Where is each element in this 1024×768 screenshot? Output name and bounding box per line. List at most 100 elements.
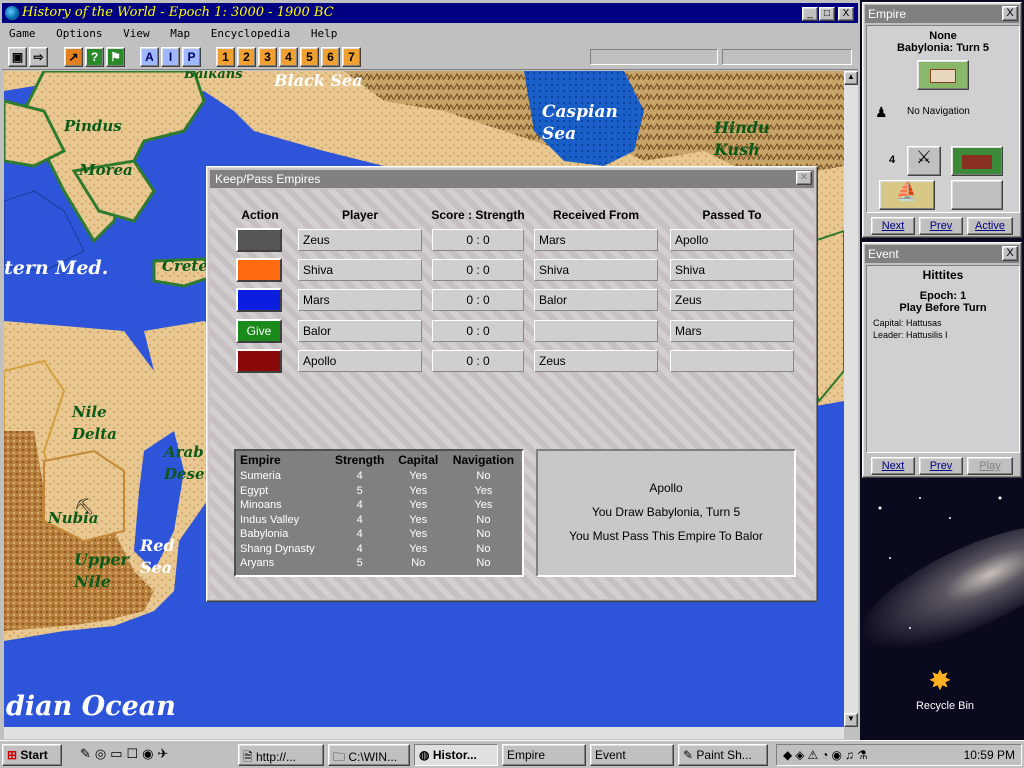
epoch-button-6[interactable]: 6 xyxy=(321,47,340,67)
flag-icon[interactable]: ⚑ xyxy=(106,47,125,67)
empire-cell: Sumeria xyxy=(240,470,281,483)
action-button[interactable]: Give xyxy=(236,319,282,343)
task-explorer[interactable]: 🗀 C:\WIN... xyxy=(328,744,410,766)
close-button[interactable]: X xyxy=(838,7,854,21)
empty-slot xyxy=(951,180,1003,210)
label-morea: Morea xyxy=(79,161,133,179)
crossed-swords-icon[interactable]: ⚔ xyxy=(907,146,941,176)
recycle-bin-icon[interactable]: ✸ xyxy=(918,664,962,698)
city-icon[interactable] xyxy=(951,146,1003,176)
start-button[interactable]: ⊞ Start xyxy=(2,744,62,766)
scroll-up-icon[interactable]: ▲ xyxy=(844,71,858,85)
empire-row[interactable]: Egypt 5 Yes Yes xyxy=(236,484,522,499)
message-box: Apollo You Draw Babylonia, Turn 5 You Mu… xyxy=(536,449,796,577)
menu-encyclopedia[interactable]: Encyclopedia xyxy=(204,25,297,42)
header-player: Player xyxy=(341,208,379,222)
menu-help[interactable]: Help xyxy=(304,25,345,42)
epoch-button-2[interactable]: 2 xyxy=(237,47,256,67)
empire-cell: Yes xyxy=(409,513,428,526)
event-panel-titlebar[interactable]: Event xyxy=(865,245,1019,263)
empire-row[interactable]: Aryans 5 No No xyxy=(236,556,522,571)
dialog-title-bar[interactable]: Keep/Pass Empires ✕ xyxy=(210,170,814,188)
empire-cell: 4 xyxy=(356,528,363,541)
epoch-button-1[interactable]: 1 xyxy=(216,47,235,67)
empire-active-button[interactable]: Active xyxy=(967,217,1013,235)
epoch-button-5[interactable]: 5 xyxy=(300,47,319,67)
empire-cell: No xyxy=(476,557,491,570)
empire-card-icon[interactable] xyxy=(917,60,969,90)
clock[interactable]: 10:59 PM xyxy=(964,748,1015,762)
map-vertical-scrollbar[interactable]: ▲ ▼ xyxy=(844,71,858,727)
menu-game[interactable]: Game xyxy=(2,25,43,42)
event-play-button[interactable]: Play xyxy=(967,457,1013,475)
toolbar-button-a[interactable]: A xyxy=(140,47,159,67)
empire-panel-close-button[interactable]: X xyxy=(1002,6,1018,21)
settler-icon[interactable]: ⛏ xyxy=(74,497,94,517)
forward-icon[interactable]: ⇨ xyxy=(29,47,48,67)
message-pass: You Must Pass This Empire To Balor xyxy=(569,529,763,543)
folder-icon: 🗀 xyxy=(333,750,346,764)
empire-panel-titlebar[interactable]: Empire xyxy=(865,5,1019,23)
save-icon[interactable]: ▣ xyxy=(8,47,27,67)
map-horizontal-scrollbar[interactable] xyxy=(4,727,844,739)
empire-cell: Yes xyxy=(474,484,493,497)
label-caspian-sea: Caspian Sea xyxy=(542,102,618,144)
empire-row[interactable]: Babylonia 4 Yes No xyxy=(236,527,522,542)
task-paint-shop[interactable]: ✎ Paint Sh... xyxy=(678,744,768,766)
event-next-button[interactable]: Next xyxy=(871,457,915,475)
globe-icon xyxy=(5,6,19,20)
empire-cell: No xyxy=(411,557,426,570)
help-icon[interactable]: ? xyxy=(85,47,104,67)
tray-icons[interactable]: ◆◈⚠◔◉♫⚗ xyxy=(783,748,871,762)
empire-cell: Yes xyxy=(409,542,428,555)
menu-view[interactable]: View xyxy=(116,25,157,42)
row-player: Shiva xyxy=(298,259,422,281)
header-action: Action xyxy=(241,208,279,222)
maximize-button[interactable]: □ xyxy=(819,7,835,21)
label-hindu-kush: Hindu Kush xyxy=(714,118,770,159)
empire-next-button[interactable]: Next xyxy=(871,217,915,235)
menu-map[interactable]: Map xyxy=(163,25,197,42)
dialog-close-icon[interactable]: ✕ xyxy=(796,171,812,185)
label-nile-delta: Nile Delta xyxy=(72,403,117,443)
label-crete: Crete xyxy=(162,257,208,275)
toolbar-button-i[interactable]: I xyxy=(161,47,180,67)
action-button[interactable] xyxy=(236,228,282,252)
scroll-down-icon[interactable]: ▼ xyxy=(844,713,858,727)
empire-row[interactable]: Indus Valley 4 Yes No xyxy=(236,513,522,528)
empire-row[interactable]: Sumeria 4 Yes No xyxy=(236,469,522,484)
recycle-bin-label[interactable]: Recycle Bin xyxy=(900,700,990,712)
task-history[interactable]: ◍ Histor... xyxy=(414,744,498,766)
label-indian-ocean: dian Ocean xyxy=(6,691,176,722)
title-bar[interactable]: History of the World - Epoch 1: 3000 - 1… xyxy=(2,3,858,23)
epoch-button-4[interactable]: 4 xyxy=(279,47,298,67)
message-player: Apollo xyxy=(649,481,683,495)
epoch-button-3[interactable]: 3 xyxy=(258,47,277,67)
map-tool-icon[interactable]: ↗ xyxy=(64,47,83,67)
menu-bar: Game Options View Map Encyclopedia Help xyxy=(2,25,858,43)
empire-cell: No xyxy=(476,513,491,526)
empire-cell: No xyxy=(476,470,491,483)
empire-prev-button[interactable]: Prev xyxy=(919,217,963,235)
row-score: 0 : 0 xyxy=(432,259,524,281)
boat-icon[interactable]: ⛵ xyxy=(879,180,935,210)
quick-launch-icons[interactable]: ✎◎▭☐◉✈ xyxy=(80,746,172,762)
action-button[interactable] xyxy=(236,349,282,373)
event-prev-button[interactable]: Prev xyxy=(919,457,963,475)
minimize-button[interactable]: _ xyxy=(802,7,818,21)
task-event[interactable]: Event xyxy=(590,744,674,766)
task-browser[interactable]: 🗎 http://... xyxy=(238,744,324,766)
row-received: Mars xyxy=(534,229,658,251)
action-button[interactable] xyxy=(236,288,282,312)
empire-row[interactable]: Shang Dynasty 4 Yes No xyxy=(236,542,522,557)
empire-cell: 5 xyxy=(356,557,363,570)
row-score: 0 : 0 xyxy=(432,320,524,342)
task-empire[interactable]: Empire xyxy=(502,744,586,766)
empire-row[interactable]: Minoans 4 Yes Yes xyxy=(236,498,522,513)
empire-none: None xyxy=(929,30,957,42)
epoch-button-7[interactable]: 7 xyxy=(342,47,361,67)
event-panel-close-button[interactable]: X xyxy=(1002,246,1018,261)
menu-options[interactable]: Options xyxy=(49,25,109,42)
action-button[interactable] xyxy=(236,258,282,282)
toolbar-button-p[interactable]: P xyxy=(182,47,201,67)
